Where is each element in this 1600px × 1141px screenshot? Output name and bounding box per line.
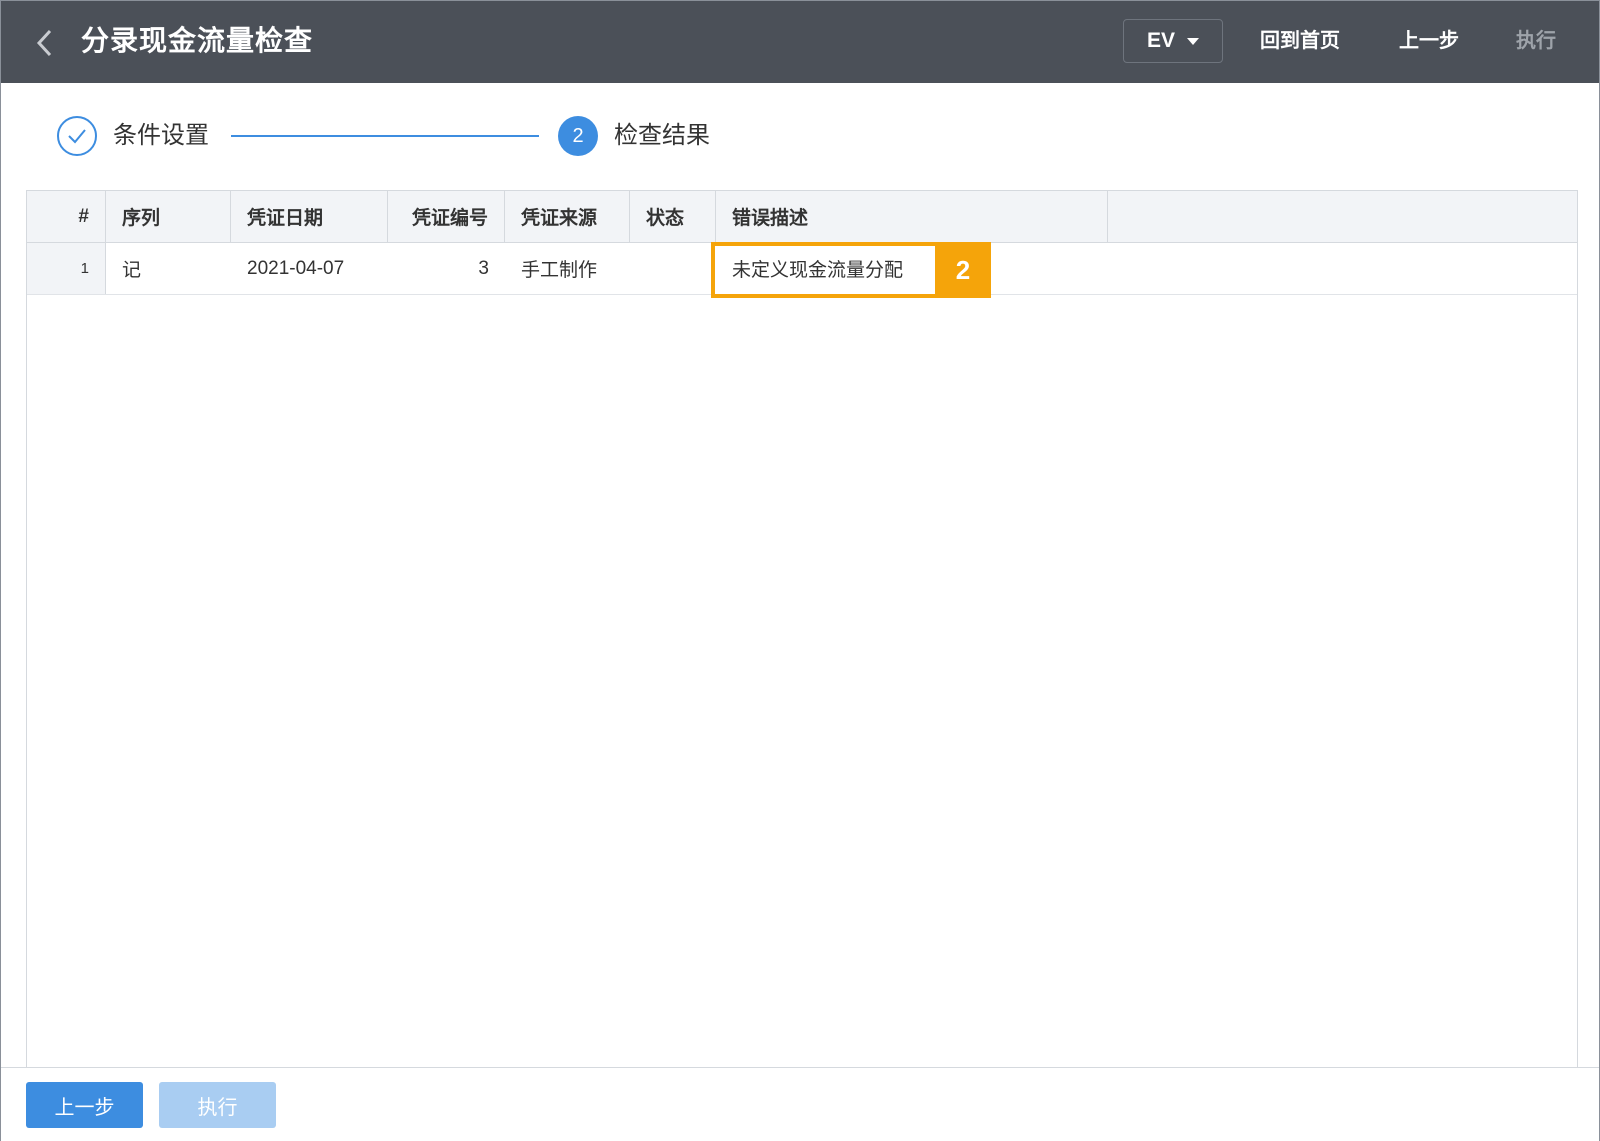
top-bar: 分录现金流量检查 EV 回到首页 上一步 执行 bbox=[1, 1, 1599, 83]
cell-status bbox=[630, 243, 716, 294]
org-select-dropdown[interactable]: EV bbox=[1123, 19, 1223, 63]
column-header-index: # bbox=[27, 191, 106, 242]
column-header-seq[interactable]: 序列 bbox=[106, 191, 231, 242]
step-connector bbox=[231, 135, 539, 137]
column-header-date[interactable]: 凭证日期 bbox=[231, 191, 388, 242]
home-button[interactable]: 回到首页 bbox=[1260, 27, 1340, 55]
org-select-value: EV bbox=[1146, 29, 1175, 52]
check-icon bbox=[68, 129, 86, 144]
column-header-source[interactable]: 凭证来源 bbox=[505, 191, 630, 242]
footer-prev-button[interactable]: 上一步 bbox=[26, 1082, 143, 1128]
column-header-error[interactable]: 错误描述 bbox=[716, 191, 1108, 242]
caret-down-icon bbox=[1187, 37, 1199, 45]
page-title: 分录现金流量检查 bbox=[81, 25, 314, 56]
step-number-badge: 2 bbox=[558, 116, 598, 156]
results-table: # 序列 凭证日期 凭证编号 凭证来源 状态 错误描述 1 记 2021-04-… bbox=[26, 190, 1578, 1068]
step-done-check-icon bbox=[57, 116, 97, 156]
column-header-status[interactable]: 状态 bbox=[630, 191, 716, 242]
row-index: 1 bbox=[27, 243, 106, 294]
cell-error: 未定义现金流量分配 bbox=[732, 260, 904, 281]
step-label-conditions: 条件设置 bbox=[113, 122, 209, 149]
footer-execute-button-disabled[interactable]: 执行 bbox=[159, 1082, 276, 1128]
execute-button-disabled[interactable]: 执行 bbox=[1516, 27, 1556, 55]
prev-step-button[interactable]: 上一步 bbox=[1399, 27, 1459, 55]
footer-bar: 上一步 执行 bbox=[1, 1067, 1599, 1141]
column-header-filler bbox=[1108, 191, 1577, 242]
cell-seq: 记 bbox=[122, 260, 142, 281]
chevron-left-icon bbox=[36, 29, 52, 57]
cell-date: 2021-04-07 bbox=[247, 257, 345, 279]
app-window: 分录现金流量检查 EV 回到首页 上一步 执行 条件设置 2 检查结果 # 序列… bbox=[0, 0, 1600, 1141]
step-label-results: 检查结果 bbox=[614, 122, 710, 149]
column-header-number[interactable]: 凭证编号 bbox=[388, 191, 505, 242]
back-button[interactable] bbox=[27, 25, 63, 61]
cell-number: 3 bbox=[478, 257, 489, 279]
annotation-badge: 2 bbox=[935, 242, 991, 298]
table-row[interactable]: 1 记 2021-04-07 3 手工制作 未定义现金流量分配 bbox=[27, 243, 1577, 295]
table-header: # 序列 凭证日期 凭证编号 凭证来源 状态 错误描述 bbox=[27, 191, 1577, 243]
cell-source: 手工制作 bbox=[521, 260, 598, 281]
